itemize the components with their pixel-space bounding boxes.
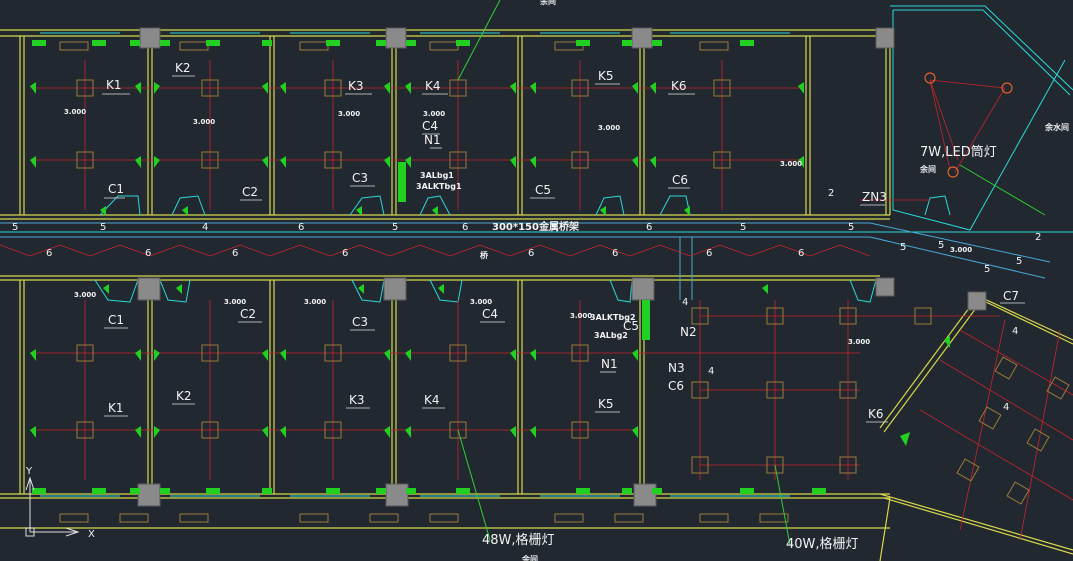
wire-count: 6 bbox=[145, 248, 151, 259]
panel-label-zn3[interactable]: ZN3 bbox=[862, 190, 887, 204]
panel-label-n1-top[interactable]: N1 bbox=[424, 133, 441, 147]
wire-count: 4 bbox=[202, 222, 208, 233]
panel-label-n3[interactable]: N3 bbox=[668, 361, 685, 375]
circuit-label-k6-bottom[interactable]: K6 bbox=[868, 407, 884, 421]
socket-label-c3-top[interactable]: C3 bbox=[352, 171, 368, 185]
wire-count: 6 bbox=[528, 248, 534, 259]
elevation-mark: 3.000 bbox=[780, 160, 802, 168]
callout-40w[interactable]: 40W,格栅灯 bbox=[786, 536, 859, 552]
panel-code-lighting-bottom[interactable]: 3ALbg2 bbox=[594, 331, 628, 340]
socket-label-c2-top[interactable]: C2 bbox=[242, 185, 258, 199]
socket-label-c2-bottom[interactable]: C2 bbox=[240, 307, 256, 321]
wire-count: 4 bbox=[682, 297, 688, 308]
socket-label-c3-bottom[interactable]: C3 bbox=[352, 315, 368, 329]
wire-count: 6 bbox=[232, 248, 238, 259]
socket-label-c1-bottom[interactable]: C1 bbox=[108, 313, 124, 327]
socket-label-c1-top[interactable]: C1 bbox=[108, 182, 124, 196]
circuit-label-k1-bottom[interactable]: K1 bbox=[108, 401, 124, 415]
cable-tray-label[interactable]: 300*150金属桥架 bbox=[492, 220, 579, 233]
wire-count: 5 bbox=[100, 222, 106, 233]
circuit-label-k2-top[interactable]: K2 bbox=[175, 61, 191, 75]
elevation-mark: 3.000 bbox=[64, 108, 86, 116]
wire-count: 5 bbox=[848, 222, 854, 233]
elevation-mark: 3.000 bbox=[570, 312, 592, 320]
panel-label-n2[interactable]: N2 bbox=[680, 325, 697, 339]
room-name-right: 余间 bbox=[919, 164, 936, 174]
callout-48w[interactable]: 48W,格栅灯 bbox=[482, 532, 555, 548]
ucs-y-label: Y bbox=[25, 466, 33, 477]
elevation-mark: 3.000 bbox=[950, 246, 972, 254]
panel-code-ac-top[interactable]: 3ALKTbg1 bbox=[416, 182, 462, 191]
distribution-panel-top bbox=[398, 162, 406, 202]
wire-count: 6 bbox=[798, 248, 804, 259]
circuit-label-k2-bottom[interactable]: K2 bbox=[176, 389, 192, 403]
wire-count: 6 bbox=[612, 248, 618, 259]
tray-glyph: 桥 bbox=[480, 250, 489, 260]
elevation-mark: 3.000 bbox=[224, 298, 246, 306]
socket-label-c4-top[interactable]: C4 bbox=[422, 119, 438, 133]
room-name-bottom: 余间 bbox=[521, 554, 538, 561]
wire-count: 4 bbox=[1003, 402, 1009, 413]
elevation-mark: 3.000 bbox=[848, 338, 870, 346]
circuit-label-k5-top[interactable]: K5 bbox=[598, 69, 614, 83]
circuit-label-k3-bottom[interactable]: K3 bbox=[349, 393, 365, 407]
ucs-x-label: X bbox=[88, 529, 95, 540]
elevation-mark: 3.000 bbox=[338, 110, 360, 118]
wire-count: 4 bbox=[708, 366, 714, 377]
wire-count: 4 bbox=[1012, 326, 1018, 337]
cad-floor-plan-canvas[interactable]: K1 K2 K3 K4 K5 K6 C1 C2 C3 C5 C6 C4 N1 3… bbox=[0, 0, 1073, 561]
wire-count: 5 bbox=[740, 222, 746, 233]
circuit-label-k1-top[interactable]: K1 bbox=[106, 78, 122, 92]
circuit-label-k4-bottom[interactable]: K4 bbox=[424, 393, 440, 407]
socket-label-c7[interactable]: C7 bbox=[1003, 289, 1019, 303]
circuit-label-k3-top[interactable]: K3 bbox=[348, 79, 364, 93]
elevation-mark: 3.000 bbox=[598, 124, 620, 132]
wire-count: 5 bbox=[392, 222, 398, 233]
wire-count: 6 bbox=[462, 222, 468, 233]
wire-count: 2 bbox=[1035, 232, 1041, 243]
wire-count: 5 bbox=[12, 222, 18, 233]
elevation-mark: 3.000 bbox=[470, 298, 492, 306]
callout-7w-led[interactable]: 7W,LED筒灯 bbox=[920, 144, 997, 160]
socket-label-c6-bottom[interactable]: C6 bbox=[668, 379, 684, 393]
distribution-panel-bottom bbox=[642, 300, 650, 340]
wire-count: 6 bbox=[646, 222, 652, 233]
room-name-top: 余间 bbox=[539, 0, 556, 6]
wire-count: 2 bbox=[828, 188, 834, 199]
panel-label-n1-bottom[interactable]: N1 bbox=[601, 357, 618, 371]
room-name-edge: 余水间 bbox=[1044, 122, 1069, 132]
circuit-label-k5-bottom[interactable]: K5 bbox=[598, 397, 614, 411]
socket-label-c6-top[interactable]: C6 bbox=[672, 173, 688, 187]
wire-count: 5 bbox=[938, 240, 944, 251]
wire-count: 6 bbox=[342, 248, 348, 259]
socket-label-c5-top[interactable]: C5 bbox=[535, 183, 551, 197]
wire-count: 6 bbox=[298, 222, 304, 233]
wire-count: 5 bbox=[1016, 256, 1022, 267]
wire-count: 6 bbox=[706, 248, 712, 259]
elevation-mark: 3.000 bbox=[304, 298, 326, 306]
elevation-mark: 3.000 bbox=[193, 118, 215, 126]
wire-count: 5 bbox=[900, 242, 906, 253]
elevation-mark: 3.000 bbox=[74, 291, 96, 299]
socket-label-c4-bottom[interactable]: C4 bbox=[482, 307, 498, 321]
circuit-label-k4-top[interactable]: K4 bbox=[425, 79, 441, 93]
panel-code-lighting-top[interactable]: 3ALbg1 bbox=[420, 171, 454, 180]
panel-code-ac-bottom[interactable]: 3ALKTbg2 bbox=[590, 313, 636, 322]
wire-count: 5 bbox=[984, 264, 990, 275]
circuit-label-k6-top[interactable]: K6 bbox=[671, 79, 687, 93]
elevation-mark: 3.000 bbox=[423, 110, 445, 118]
wire-count: 6 bbox=[46, 248, 52, 259]
